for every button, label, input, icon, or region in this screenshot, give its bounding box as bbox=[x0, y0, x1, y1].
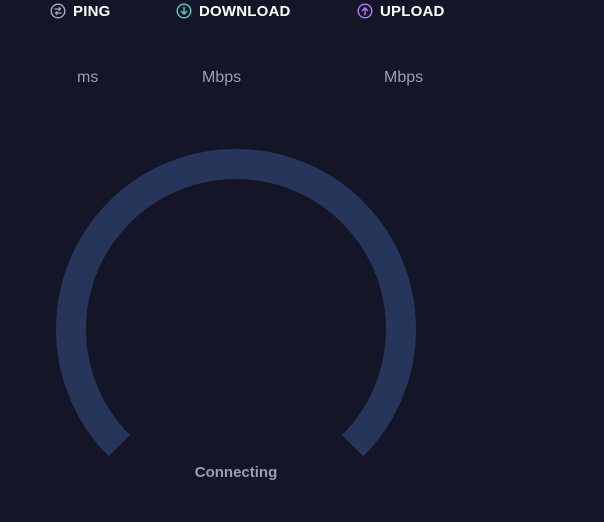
connection-status: Connecting bbox=[194, 464, 278, 481]
speed-gauge bbox=[56, 149, 416, 457]
speedtest-panel: PING DOWNLOAD UPLOAD ms Mbps Mbps Connec… bbox=[0, 0, 604, 522]
gauge-track bbox=[56, 149, 416, 457]
